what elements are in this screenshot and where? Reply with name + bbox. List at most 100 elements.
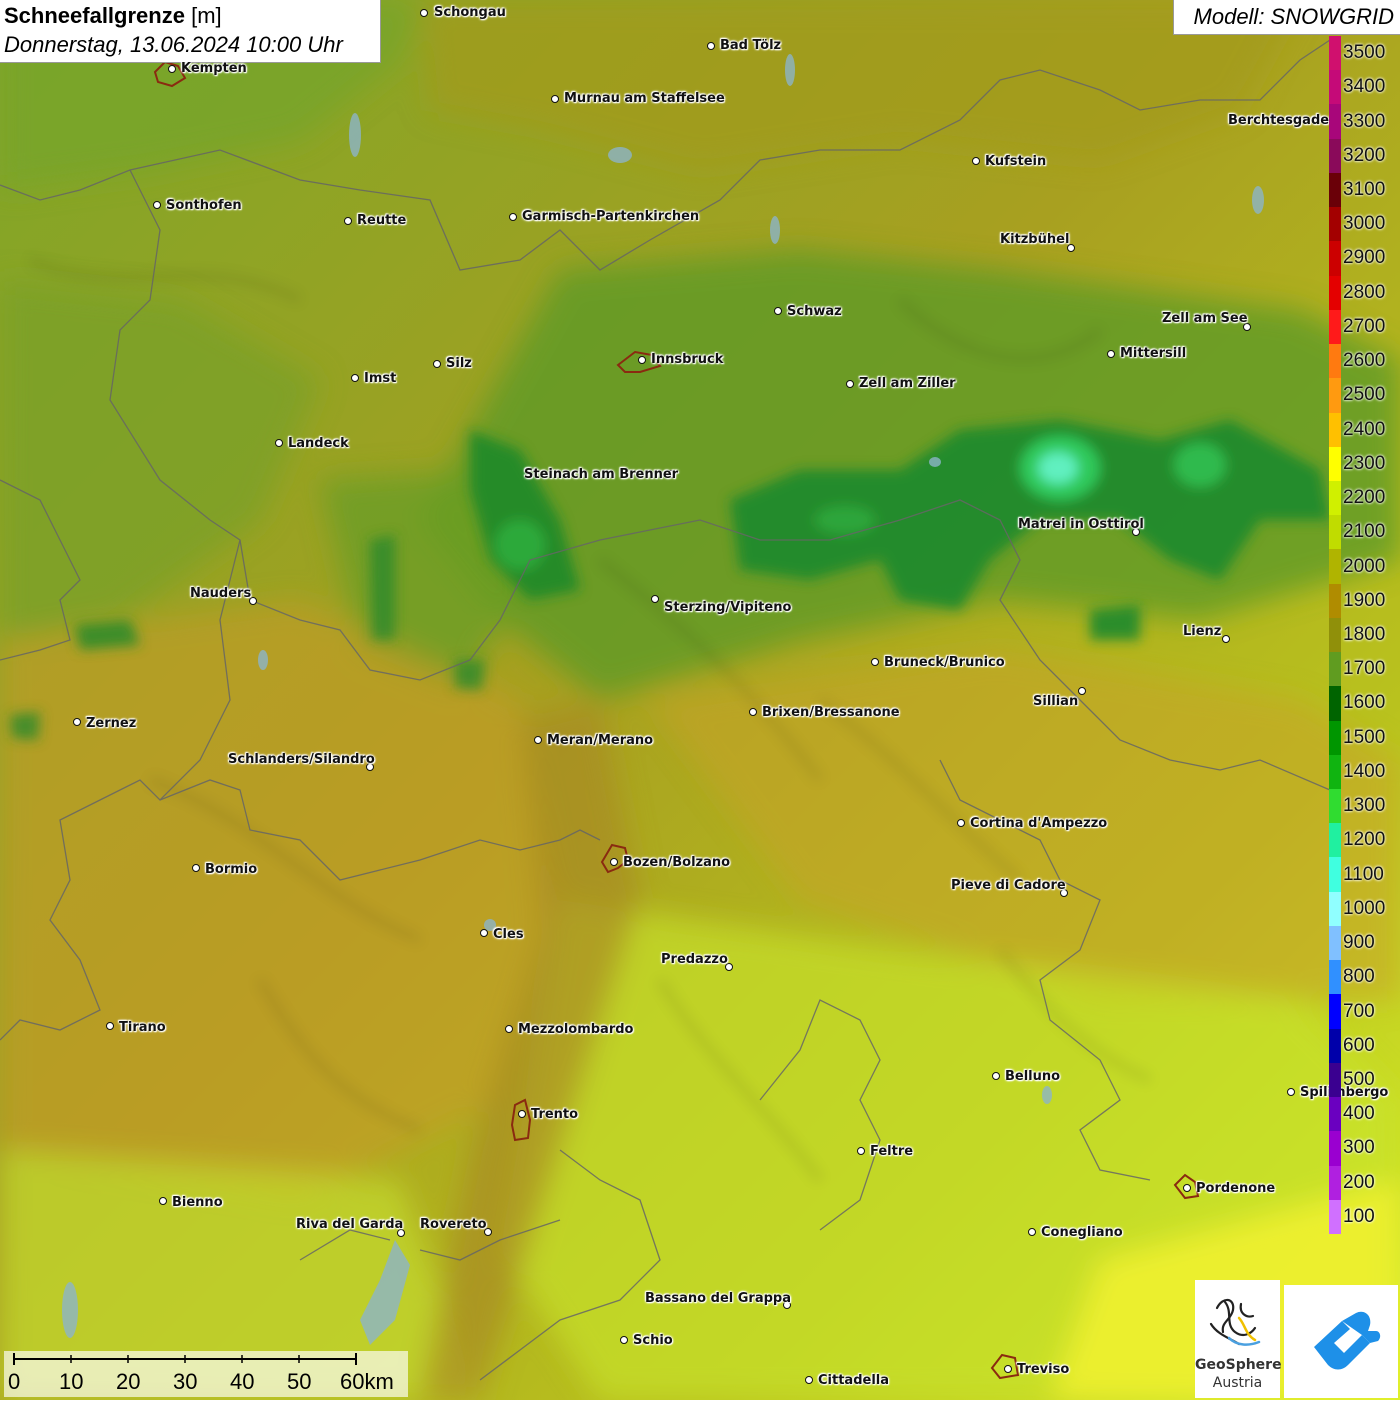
city-label: Silz [446,356,472,371]
city-marker[interactable] [275,439,283,447]
legend-label: 500 [1343,1068,1375,1090]
city-marker[interactable] [1183,1184,1191,1192]
city-marker[interactable] [551,95,559,103]
city-marker[interactable] [192,864,200,872]
city-marker[interactable] [505,1025,513,1033]
legend-swatch [1329,891,1341,927]
city-label: Pordenone [1196,1181,1276,1196]
legend-label: 1600 [1343,692,1386,714]
city-marker[interactable] [620,1336,628,1344]
city-marker[interactable] [857,1147,865,1155]
city-label: Riva del Garda [296,1217,404,1232]
model-panel: Modell: SNOWGRID [1173,0,1400,35]
city-marker[interactable] [651,595,659,603]
city-label: Rovereto [420,1217,487,1232]
legend-swatch [1329,172,1341,208]
city-marker[interactable] [1107,350,1115,358]
legend-swatch [1329,1062,1341,1098]
legend-swatch [1329,1131,1341,1167]
city-marker[interactable] [153,201,161,209]
legend-swatch [1329,446,1341,482]
legend-swatch [1329,36,1341,71]
scale-label-30: 30 [173,1369,198,1394]
city-marker[interactable] [871,658,879,666]
legend-swatch [1329,1028,1341,1064]
city-marker[interactable] [957,819,965,827]
legend-label: 2300 [1343,452,1386,474]
city-marker[interactable] [992,1072,1000,1080]
legend-swatch [1329,789,1341,824]
legend-swatch [1329,857,1341,893]
scale-ruler [13,1353,357,1365]
legend-swatch [1329,275,1341,311]
city-label: Steinach am Brenner [524,467,679,482]
city-label: Cortina d'Ampezzo [970,816,1108,831]
legend-label: 3300 [1343,110,1386,132]
city-marker[interactable] [610,858,618,866]
scale-label-60km: 60km [340,1369,394,1394]
legend-label: 800 [1343,966,1375,988]
city-marker[interactable] [106,1022,114,1030]
legend-label: 1200 [1343,829,1386,851]
city-marker[interactable] [73,718,81,726]
city-label: Zell am Ziller [859,376,956,391]
city-marker[interactable] [749,708,757,716]
city-marker[interactable] [518,1110,526,1118]
city-marker[interactable] [1287,1088,1295,1096]
legend-swatch [1329,378,1341,413]
legend-label: 2500 [1343,384,1386,406]
city-label: Brixen/Bressanone [762,705,900,720]
city-marker[interactable] [1028,1228,1036,1236]
geosphere-logo[interactable]: GeoSphere Austria [1195,1280,1282,1398]
legend-swatch [1329,70,1341,105]
city-label: Pieve di Cadore [951,878,1066,893]
city-marker[interactable] [1004,1365,1012,1373]
city-label: Schongau [434,5,506,20]
city-label: Berchtesgaden [1228,113,1339,128]
city-marker[interactable] [846,380,854,388]
legend-swatch [1329,925,1341,961]
scale-bar: 0 10 20 30 40 50 60km [4,1351,408,1397]
city-marker[interactable] [774,307,782,315]
city-label: Trento [531,1107,579,1122]
legend-label: 2200 [1343,487,1386,509]
city-label: Murnau am Staffelsee [564,91,725,106]
city-marker[interactable] [480,929,488,937]
legend-label: 600 [1343,1034,1375,1056]
city-marker[interactable] [433,360,441,368]
legend-label: 2700 [1343,315,1386,337]
legend-label: 1400 [1343,760,1386,782]
legend-label: 3000 [1343,213,1386,235]
legend-label: 3400 [1343,76,1386,98]
city-marker[interactable] [1078,687,1086,695]
city-marker[interactable] [344,217,352,225]
city-marker[interactable] [1222,635,1230,643]
legend-label: 2800 [1343,281,1386,303]
scale-label-50: 50 [287,1369,312,1394]
city-marker[interactable] [159,1197,167,1205]
legend-swatch [1329,1097,1341,1132]
city-label: Imst [364,371,397,386]
city-marker[interactable] [351,374,359,382]
legend-swatch [1329,1165,1341,1201]
legend-label: 100 [1343,1205,1375,1227]
legend-label: 400 [1343,1103,1375,1125]
city-label: Belluno [1005,1069,1061,1084]
city-label: Landeck [288,436,349,451]
app-logo[interactable] [1284,1285,1398,1398]
city-label: Meran/Merano [547,733,654,748]
city-marker[interactable] [972,157,980,165]
city-label: Bruneck/Brunico [884,655,1005,670]
city-marker[interactable] [420,9,428,17]
city-marker[interactable] [638,356,646,364]
city-marker[interactable] [509,213,517,221]
city-label: Tirano [119,1020,166,1035]
city-marker[interactable] [805,1376,813,1384]
legend-swatch [1329,720,1341,756]
map-title-unit: [m] [191,3,222,28]
city-marker[interactable] [534,736,542,744]
city-marker[interactable] [168,65,176,73]
city-marker[interactable] [707,42,715,50]
scale-label-10: 10 [59,1369,84,1394]
legend-swatch [1329,138,1341,174]
